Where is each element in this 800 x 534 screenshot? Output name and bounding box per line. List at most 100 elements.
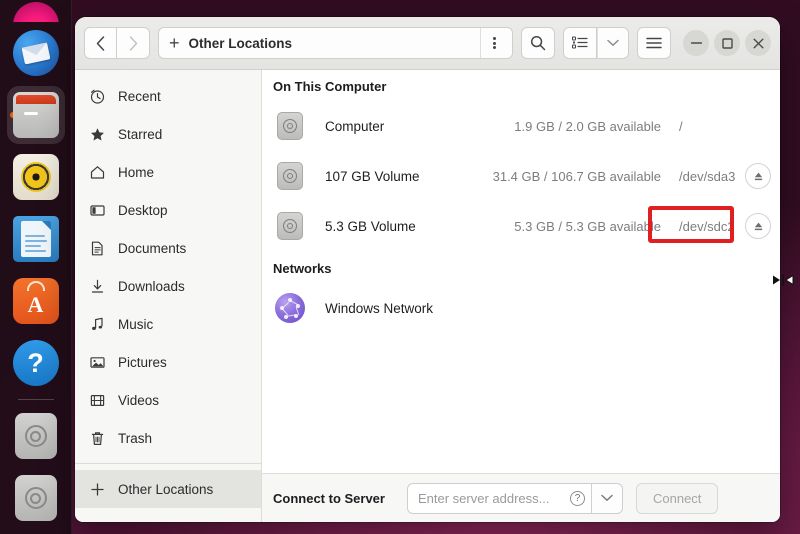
maximize-button[interactable] <box>714 30 740 56</box>
table-row[interactable]: Windows Network <box>262 283 780 333</box>
sidebar-item-label: Music <box>118 316 154 332</box>
view-dropdown-button[interactable] <box>597 27 629 59</box>
dock-item-rhythmbox[interactable] <box>0 146 72 208</box>
ubuntu-dock: A ? <box>0 0 72 534</box>
dock-divider <box>17 399 54 400</box>
navigation-buttons <box>84 27 150 59</box>
hamburger-menu-button[interactable] <box>637 27 671 59</box>
thunderbird-icon <box>12 30 59 76</box>
connect-to-server-bar: Connect to Server Enter server address..… <box>262 473 780 522</box>
kebab-menu-icon[interactable] <box>480 28 508 58</box>
window-headerbar: + Other Locations <box>75 17 780 70</box>
sidebar-item-label: Desktop <box>118 202 168 218</box>
volume-name: 5.3 GB Volume <box>325 218 416 234</box>
sidebar-divider <box>75 463 261 464</box>
sidebar-item-home[interactable]: Home <box>75 153 261 191</box>
server-address-placeholder: Enter server address... <box>417 490 550 506</box>
network-name: Windows Network <box>325 300 434 316</box>
network-globe-icon <box>273 293 307 323</box>
locations-content: On This Computer Computer 1.9 GB / 2.0 G… <box>262 70 780 522</box>
volume-device: / <box>679 118 683 134</box>
connect-button[interactable]: Connect <box>635 482 719 514</box>
sidebar-item-recent[interactable]: Recent <box>75 77 261 115</box>
locations-list: On This Computer Computer 1.9 GB / 2.0 G… <box>262 70 780 473</box>
volume-available: 5.3 GB / 5.3 GB available <box>514 218 661 234</box>
back-button[interactable] <box>84 27 117 59</box>
sidebar-item-documents[interactable]: Documents <box>75 229 261 267</box>
section-heading-networks: Networks <box>273 261 332 276</box>
star-icon <box>89 127 106 142</box>
dock-item-firefox[interactable] <box>0 0 72 22</box>
volume-name: 107 GB Volume <box>325 168 420 184</box>
volume-device: /dev/sdc2 <box>679 218 735 234</box>
sidebar-item-label: Pictures <box>118 354 167 370</box>
plus-icon: + <box>169 33 180 53</box>
sidebar-item-starred[interactable]: Starred <box>75 115 261 153</box>
table-row[interactable]: Computer 1.9 GB / 2.0 GB available / <box>262 101 780 151</box>
window-controls <box>683 30 771 56</box>
sidebar-item-music[interactable]: Music <box>75 305 261 343</box>
sidebar-item-pictures[interactable]: Pictures <box>75 343 261 381</box>
minimize-button[interactable] <box>683 30 709 56</box>
dock-item-help[interactable]: ? <box>0 332 72 394</box>
files-window: + Other Locations Recent Starred Home De… <box>75 17 780 522</box>
connect-to-server-label: Connect to Server <box>273 490 385 506</box>
sidebar-item-label: Home <box>118 164 155 180</box>
desktop-icon <box>89 203 106 218</box>
sidebar-item-label: Downloads <box>118 278 185 294</box>
drive-icon <box>273 212 307 240</box>
server-history-dropdown[interactable] <box>590 482 623 514</box>
table-row[interactable]: 107 GB Volume 31.4 GB / 106.7 GB availab… <box>262 151 780 201</box>
trash-icon <box>89 431 106 446</box>
sidebar-item-label: Other Locations <box>118 481 214 497</box>
list-view-button[interactable] <box>563 27 597 59</box>
server-address-input[interactable]: Enter server address... ? <box>406 482 591 514</box>
close-button[interactable] <box>745 30 771 56</box>
forward-button[interactable] <box>117 27 150 59</box>
plus-icon <box>89 482 106 497</box>
eject-button[interactable] <box>745 213 771 239</box>
resize-cursor <box>771 272 795 288</box>
drive-icon <box>273 162 307 190</box>
section-heading-on-this-computer: On This Computer <box>273 79 387 94</box>
drive-icon <box>14 413 57 459</box>
firefox-icon <box>12 2 59 22</box>
sidebar-item-other-locations[interactable]: Other Locations <box>75 470 261 508</box>
eject-button[interactable] <box>745 163 771 189</box>
volume-name: Computer <box>325 118 385 134</box>
window-body: Recent Starred Home Desktop Documents Do… <box>75 70 780 522</box>
volume-available: 1.9 GB / 2.0 GB available <box>514 118 661 134</box>
ubuntu-software-icon: A <box>12 278 59 324</box>
document-icon <box>89 241 106 256</box>
volume-available: 31.4 GB / 106.7 GB available <box>492 168 661 184</box>
view-mode-group <box>563 27 629 59</box>
dock-item-drive-2[interactable] <box>0 467 72 529</box>
sidebar-item-label: Trash <box>118 430 153 446</box>
sidebar-item-label: Recent <box>118 88 161 104</box>
dock-item-thunderbird[interactable] <box>0 22 72 84</box>
rhythmbox-icon <box>12 154 59 200</box>
video-icon <box>89 393 106 408</box>
current-location-label: Other Locations <box>188 35 293 51</box>
sidebar-item-desktop[interactable]: Desktop <box>75 191 261 229</box>
help-icon: ? <box>12 340 59 386</box>
sidebar-item-videos[interactable]: Videos <box>75 381 261 419</box>
drive-icon <box>273 112 307 140</box>
home-icon <box>89 165 106 180</box>
path-bar[interactable]: + Other Locations <box>158 27 513 59</box>
dock-item-libreoffice[interactable] <box>0 208 72 270</box>
libreoffice-writer-icon <box>12 216 59 262</box>
dock-item-ubuntu-software[interactable]: A <box>0 270 72 332</box>
sidebar-item-downloads[interactable]: Downloads <box>75 267 261 305</box>
places-sidebar: Recent Starred Home Desktop Documents Do… <box>75 70 262 522</box>
question-mark-icon[interactable]: ? <box>569 490 585 506</box>
sidebar-item-label: Videos <box>118 392 160 408</box>
sidebar-item-label: Starred <box>118 126 163 142</box>
dock-item-files[interactable] <box>6 86 65 144</box>
search-button[interactable] <box>521 27 555 59</box>
table-row[interactable]: 5.3 GB Volume 5.3 GB / 5.3 GB available … <box>262 201 780 251</box>
sidebar-item-trash[interactable]: Trash <box>75 419 261 457</box>
dock-item-drive-1[interactable] <box>0 405 72 467</box>
drive-icon <box>14 475 57 521</box>
clock-icon <box>89 89 106 104</box>
